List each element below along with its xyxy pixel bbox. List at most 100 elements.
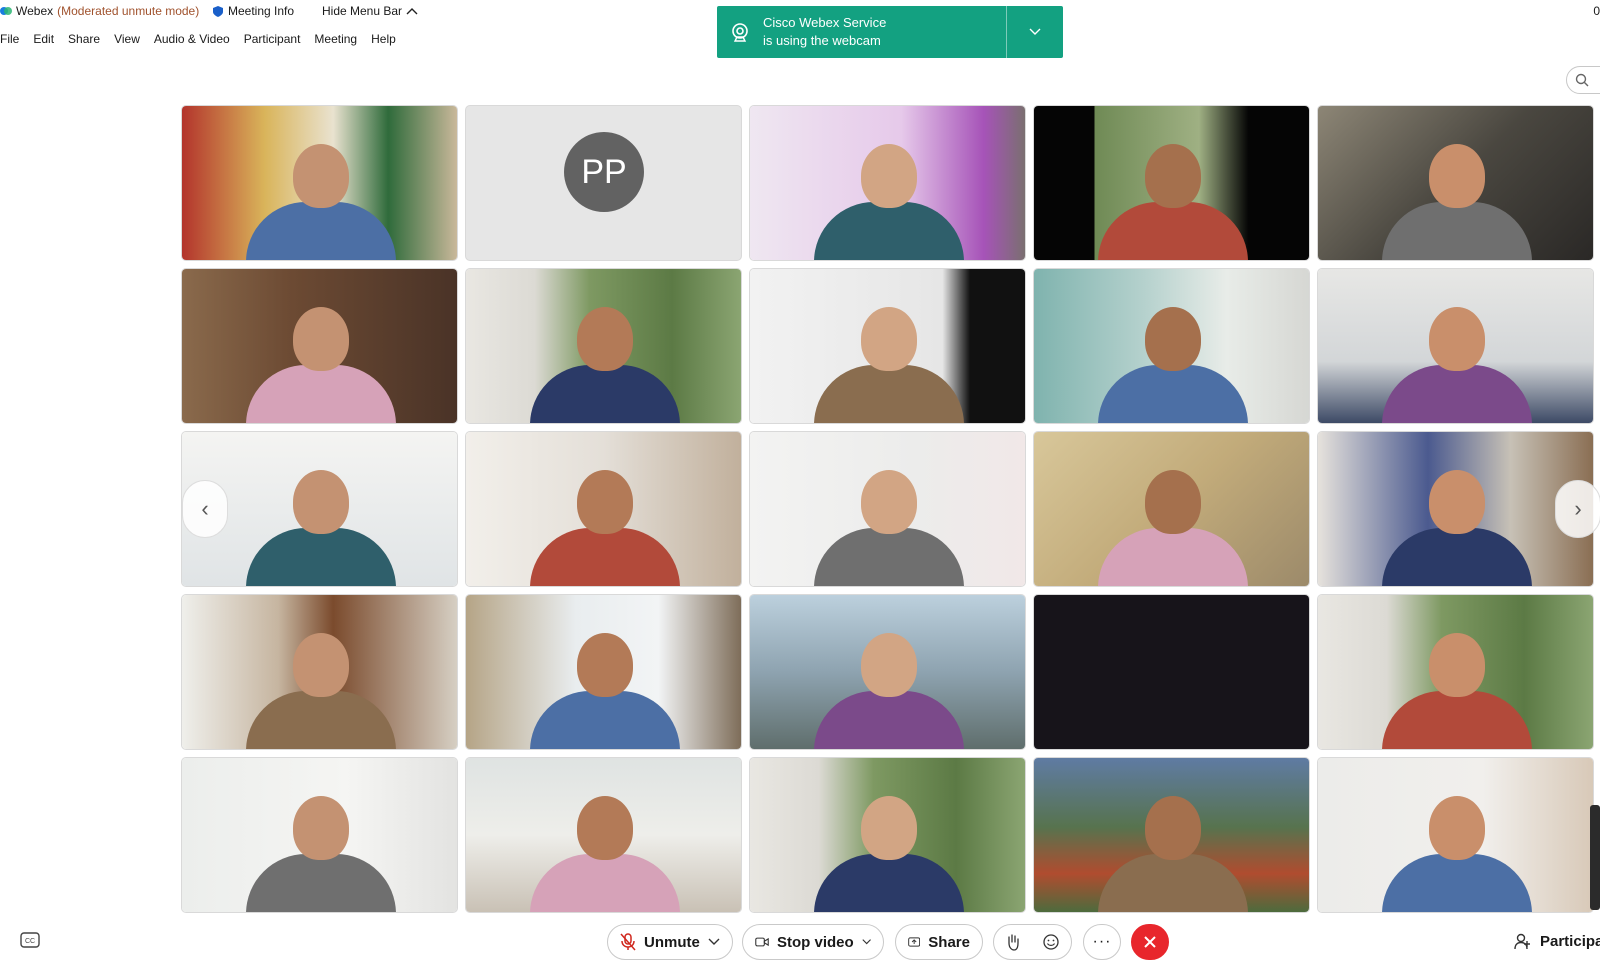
menu-edit[interactable]: Edit — [26, 30, 61, 50]
participant-face — [577, 470, 633, 534]
participant-face — [861, 470, 917, 534]
participant-face — [577, 307, 633, 371]
chevron-down-icon[interactable] — [708, 938, 720, 946]
participant-video-tile[interactable] — [1317, 757, 1594, 913]
menu-participant[interactable]: Participant — [237, 30, 308, 50]
search-participants-button[interactable] — [1566, 66, 1600, 94]
webcam-icon-wrap — [717, 6, 763, 58]
svg-text:CC: CC — [25, 938, 35, 945]
chevron-up-icon — [406, 8, 418, 15]
chevron-down-icon[interactable] — [862, 938, 871, 946]
participant-face — [861, 307, 917, 371]
previous-page-button[interactable]: ‹ — [182, 480, 228, 538]
search-icon — [1575, 73, 1589, 87]
unmute-mode-label: (Moderated unmute mode) — [57, 4, 200, 18]
participant-face — [293, 307, 349, 371]
ellipsis-icon: ··· — [1092, 933, 1112, 950]
stop-video-label: Stop video — [777, 933, 854, 951]
raise-hand-icon[interactable] — [1005, 933, 1021, 951]
muted-microphone-icon — [620, 933, 636, 951]
participant-video-tile[interactable] — [181, 594, 458, 750]
video-camera-icon — [755, 937, 769, 947]
hide-menu-bar-button[interactable]: Hide Menu Bar — [322, 4, 418, 18]
unmute-button[interactable]: Unmute — [607, 924, 733, 960]
participant-video-tile[interactable] — [181, 268, 458, 424]
participant-face — [1145, 307, 1201, 371]
share-label: Share — [928, 933, 970, 951]
participant-face — [1429, 307, 1485, 371]
notification-line-2: is using the webcam — [763, 33, 881, 48]
participant-video-tile[interactable] — [1317, 594, 1594, 750]
participants-button[interactable]: Participa — [1514, 932, 1600, 950]
more-options-button[interactable]: ··· — [1083, 924, 1121, 960]
participant-video-tile[interactable] — [1317, 431, 1594, 587]
video-background — [1034, 595, 1309, 749]
hide-menu-bar-label: Hide Menu Bar — [322, 4, 403, 18]
participant-video-tile[interactable] — [1033, 594, 1310, 750]
participant-avatar: PP — [564, 132, 644, 212]
participants-icon — [1514, 933, 1530, 950]
reactions-group — [993, 924, 1072, 960]
participant-video-tile[interactable] — [465, 431, 742, 587]
share-button[interactable]: Share — [895, 924, 983, 960]
participant-face — [861, 796, 917, 860]
meeting-info-button[interactable]: Meeting Info — [212, 4, 294, 18]
notification-line-1: Cisco Webex Service — [763, 15, 887, 30]
participant-video-tile[interactable]: PP — [465, 105, 742, 261]
participant-video-tile[interactable] — [181, 105, 458, 261]
participant-face — [577, 796, 633, 860]
menu-meeting[interactable]: Meeting — [307, 30, 364, 50]
participant-video-tile[interactable] — [465, 268, 742, 424]
participant-face — [293, 470, 349, 534]
participant-face — [1429, 470, 1485, 534]
menu-help[interactable]: Help — [364, 30, 403, 50]
side-panel-scroll-handle[interactable] — [1590, 805, 1600, 910]
meeting-info-label: Meeting Info — [228, 4, 295, 18]
menu-view[interactable]: View — [107, 30, 147, 50]
participant-face — [1145, 796, 1201, 860]
participant-video-tile[interactable] — [1033, 431, 1310, 587]
participant-video-tile[interactable] — [181, 757, 458, 913]
chevron-right-icon: › — [1574, 496, 1582, 521]
shield-icon — [213, 5, 223, 17]
participant-face — [861, 633, 917, 697]
notification-expand-button[interactable] — [1006, 6, 1063, 58]
meeting-controls-bar: CC Unmute Stop video Share ··· Participa — [0, 918, 1600, 972]
closed-captions-icon[interactable]: CC — [20, 932, 40, 948]
participant-face — [1145, 470, 1201, 534]
participant-video-tile[interactable] — [1317, 268, 1594, 424]
notification-text: Cisco Webex Service is using the webcam — [763, 6, 1006, 58]
participant-video-tile[interactable] — [749, 757, 1026, 913]
menu-audio-video[interactable]: Audio & Video — [147, 30, 237, 50]
participant-video-tile[interactable] — [749, 268, 1026, 424]
participant-face — [577, 633, 633, 697]
menu-file[interactable]: File — [0, 30, 26, 50]
menu-bar: File Edit Share View Audio & Video Parti… — [0, 30, 403, 50]
participant-video-tile[interactable] — [1033, 757, 1310, 913]
participant-face — [861, 144, 917, 208]
leave-meeting-button[interactable] — [1131, 924, 1169, 960]
participant-face — [293, 144, 349, 208]
reactions-icon[interactable] — [1042, 933, 1060, 951]
menu-share[interactable]: Share — [61, 30, 107, 50]
participant-video-tile[interactable] — [1033, 268, 1310, 424]
app-title: Webex (Moderated unmute mode) — [0, 4, 199, 18]
participant-face — [1429, 633, 1485, 697]
webcam-notification[interactable]: Cisco Webex Service is using the webcam — [717, 6, 1063, 58]
webcam-icon — [732, 23, 748, 42]
participant-video-tile[interactable] — [749, 105, 1026, 261]
participant-face — [293, 633, 349, 697]
chevron-left-icon: ‹ — [201, 496, 209, 521]
stop-video-button[interactable]: Stop video — [742, 924, 884, 960]
participant-video-tile[interactable] — [749, 594, 1026, 750]
unmute-label: Unmute — [644, 933, 700, 951]
participant-video-tile[interactable] — [465, 594, 742, 750]
participant-video-tile[interactable] — [465, 757, 742, 913]
window-control-partial[interactable]: 0 — [1593, 4, 1600, 18]
app-name: Webex — [16, 4, 54, 18]
webex-logo-icon — [0, 7, 12, 15]
participant-video-tile[interactable] — [749, 431, 1026, 587]
participant-video-tile[interactable] — [1317, 105, 1594, 261]
next-page-button[interactable]: › — [1555, 480, 1600, 538]
participant-video-tile[interactable] — [1033, 105, 1310, 261]
